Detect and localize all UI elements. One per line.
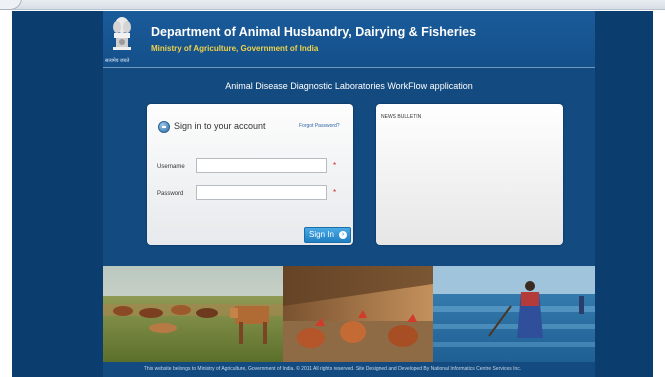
news-bulletin-title: NEWS BULLETIN	[381, 114, 422, 120]
content-frame: सत्यमेव जयते Department of Animal Husban…	[103, 11, 595, 377]
emblem-caption: सत्यमेव जयते	[105, 58, 130, 64]
department-title: Department of Animal Husbandry, Dairying…	[151, 25, 477, 39]
password-required-marker: *	[333, 188, 337, 197]
ministry-subtitle: Ministry of Agriculture, Government of I…	[151, 44, 319, 53]
sign-in-heading: Sign in to your account	[174, 121, 266, 131]
browser-tab-edge	[0, 0, 22, 10]
forgot-password-link[interactable]: Forgot Password?	[299, 123, 340, 129]
sign-in-icon	[158, 121, 170, 133]
username-required-marker: *	[333, 161, 337, 170]
login-panel: Sign in to your account Forgot Password?…	[147, 104, 353, 245]
page-background: सत्यमेव जयते Department of Animal Husban…	[12, 11, 653, 377]
arrow-right-circle-icon: ›	[339, 231, 347, 239]
application-title: Animal Disease Diagnostic Laboratories W…	[225, 81, 473, 91]
site-header: सत्यमेव जयते Department of Animal Husban…	[103, 11, 595, 68]
sign-in-button-label: Sign In	[309, 230, 334, 239]
username-input[interactable]	[196, 158, 327, 173]
password-input[interactable]	[196, 185, 327, 200]
browser-chrome-edge	[0, 0, 665, 10]
footer-text: This website belongs to Ministry of Agri…	[143, 366, 522, 372]
news-bulletin-panel: NEWS BULLETIN	[376, 104, 563, 245]
livestock-fisheries-banner	[103, 266, 595, 362]
national-emblem-icon	[113, 17, 131, 50]
password-label: Password	[157, 191, 184, 197]
username-label: Username	[157, 164, 185, 170]
sign-in-button[interactable]: Sign In ›	[304, 227, 351, 243]
